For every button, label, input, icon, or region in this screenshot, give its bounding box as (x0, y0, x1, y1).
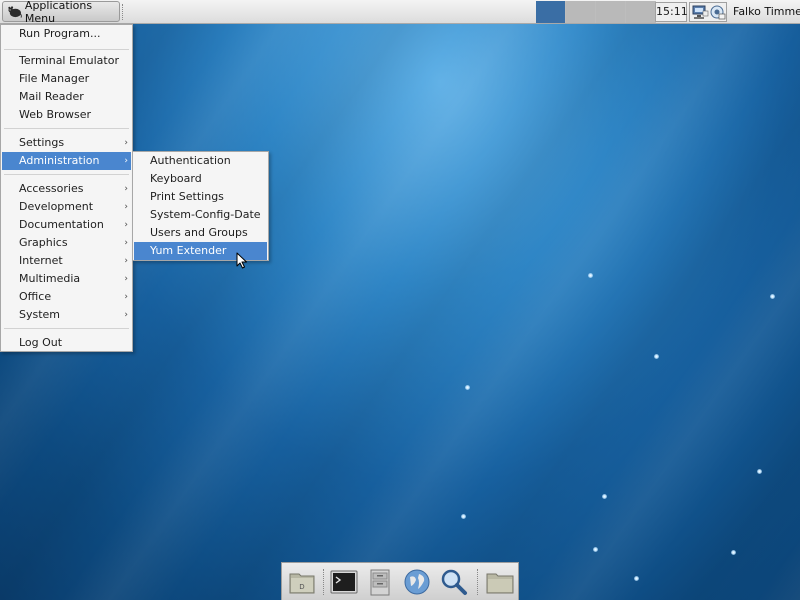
submenu-item-system-config-date[interactable]: System-Config-Date (134, 206, 267, 224)
wallpaper-sparkle (465, 385, 470, 390)
top-panel: Applications Menu 15:11 Falko Timme (0, 0, 800, 25)
menu-item-label: Terminal Emulator (19, 54, 119, 67)
menu-item-label: Multimedia (19, 272, 81, 285)
network-icon[interactable] (692, 5, 709, 20)
menu-separator (4, 128, 129, 129)
wallpaper-sparkle (770, 294, 775, 299)
submenu-item-authentication[interactable]: Authentication (134, 152, 267, 170)
terminal-icon[interactable] (329, 567, 359, 597)
menu-item-settings[interactable]: Settings › (2, 134, 131, 152)
submenu-arrow-icon: › (124, 256, 128, 266)
wallpaper-sparkle (593, 547, 598, 552)
applications-menu-button[interactable]: Applications Menu (2, 0, 120, 25)
submenu-arrow-icon: › (124, 292, 128, 302)
menu-item-label: Development (19, 200, 94, 213)
submenu-arrow-icon: › (124, 156, 128, 166)
menu-item-label: Keyboard (150, 172, 202, 185)
user-name[interactable]: Falko Timme (733, 5, 800, 18)
submenu-arrow-icon: › (124, 274, 128, 284)
menu-item-label: System (19, 308, 61, 321)
menu-item-internet[interactable]: Internet › (2, 252, 131, 270)
applications-menu: Run Program... Terminal Emulator File Ma… (0, 24, 133, 352)
dock-separator (477, 569, 479, 595)
xfce-mouse-icon (8, 5, 22, 18)
submenu-arrow-icon: › (124, 220, 128, 230)
wallpaper-sparkle (602, 494, 607, 499)
menu-item-log-out[interactable]: Log Out (2, 334, 131, 352)
menu-separator (4, 328, 129, 329)
workspace-switcher[interactable] (536, 1, 656, 23)
mouse-cursor-icon (236, 252, 247, 269)
administration-submenu: Authentication Keyboard Print Settings S… (132, 151, 269, 261)
menu-item-label: Authentication (150, 154, 231, 167)
menu-item-label: Yum Extender (150, 244, 227, 257)
menu-item-graphics[interactable]: Graphics › (2, 234, 131, 252)
workspace-3[interactable] (596, 1, 626, 23)
menu-separator (4, 49, 129, 50)
workspace-1[interactable] (536, 1, 566, 23)
menu-item-label: Graphics (19, 236, 68, 249)
submenu-item-print-settings[interactable]: Print Settings (134, 188, 267, 206)
applications-menu-label: Applications Menu (24, 0, 93, 25)
menu-item-administration[interactable]: Administration › (2, 152, 131, 170)
dock-separator (323, 569, 325, 595)
wallpaper-sparkle (461, 514, 466, 519)
wallpaper-sparkle (634, 576, 639, 581)
show-desktop-icon[interactable]: D (287, 567, 317, 597)
bottom-dock: D (281, 562, 519, 600)
submenu-arrow-icon: › (124, 184, 128, 194)
wallpaper-sparkle (731, 550, 736, 555)
menu-item-mail-reader[interactable]: Mail Reader (2, 88, 131, 106)
submenu-arrow-icon: › (124, 238, 128, 248)
menu-separator (4, 174, 129, 175)
menu-item-label: Log Out (19, 336, 63, 349)
menu-item-label: Run Program... (19, 27, 101, 40)
workspace-2[interactable] (566, 1, 596, 23)
submenu-arrow-icon: › (124, 202, 128, 212)
menu-item-label: Administration (19, 154, 100, 167)
menu-item-run-program[interactable]: Run Program... (2, 25, 131, 43)
menu-item-system[interactable]: System › (2, 306, 131, 324)
menu-item-label: Web Browser (19, 108, 92, 121)
menu-item-label: Settings (19, 136, 65, 149)
menu-item-label: Accessories (19, 182, 84, 195)
svg-text:D: D (299, 583, 304, 591)
submenu-item-keyboard[interactable]: Keyboard (134, 170, 267, 188)
menu-item-web-browser[interactable]: Web Browser (2, 106, 131, 124)
wallpaper-sparkle (757, 469, 762, 474)
menu-item-label: Office (19, 290, 52, 303)
file-manager-icon[interactable] (365, 567, 395, 597)
wallpaper-sparkle (654, 354, 659, 359)
update-notifier-icon[interactable] (710, 5, 726, 20)
folder-icon[interactable] (485, 567, 515, 597)
menu-item-documentation[interactable]: Documentation › (2, 216, 131, 234)
submenu-arrow-icon: › (124, 138, 128, 148)
submenu-item-users-and-groups[interactable]: Users and Groups (134, 224, 267, 242)
menu-item-label: Documentation (19, 218, 104, 231)
system-tray (689, 2, 727, 22)
menu-item-label: Users and Groups (150, 226, 248, 239)
menu-item-label: File Manager (19, 72, 90, 85)
menu-item-multimedia[interactable]: Multimedia › (2, 270, 131, 288)
menu-item-label: Internet (19, 254, 63, 267)
menu-item-file-manager[interactable]: File Manager (2, 70, 131, 88)
menu-item-accessories[interactable]: Accessories › (2, 180, 131, 198)
search-icon[interactable] (439, 567, 469, 597)
menu-item-label: Print Settings (150, 190, 224, 203)
web-browser-icon[interactable] (402, 567, 432, 597)
submenu-arrow-icon: › (124, 310, 128, 320)
menu-item-label: System-Config-Date (150, 208, 261, 221)
workspace-4[interactable] (626, 1, 656, 23)
menu-item-office[interactable]: Office › (2, 288, 131, 306)
panel-separator (122, 4, 124, 20)
menu-item-label: Mail Reader (19, 90, 84, 103)
wallpaper-sparkle (588, 273, 593, 278)
menu-item-terminal-emulator[interactable]: Terminal Emulator (2, 52, 131, 70)
menu-item-development[interactable]: Development › (2, 198, 131, 216)
clock[interactable]: 15:11 (655, 2, 688, 22)
